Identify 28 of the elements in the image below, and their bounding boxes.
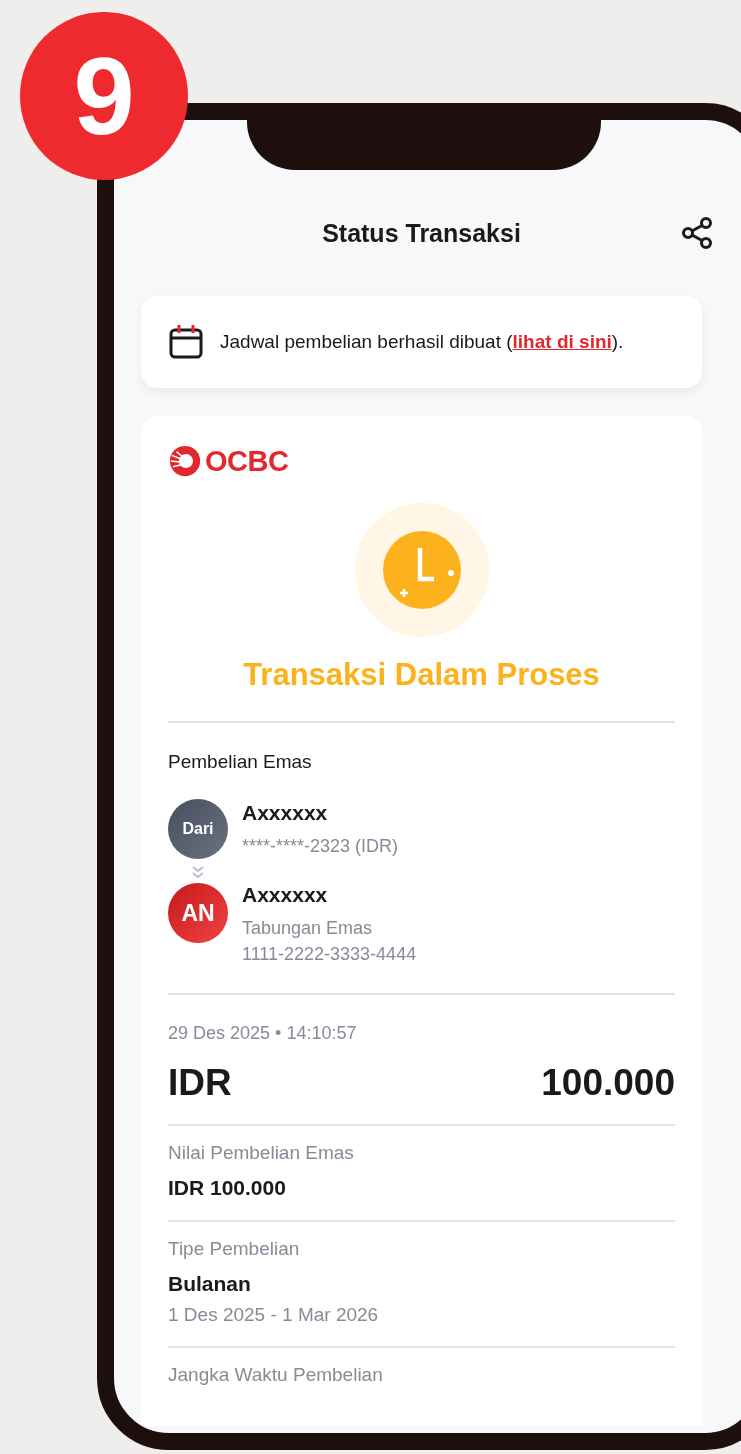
- screen-title: Status Transaksi: [322, 218, 521, 248]
- amount-value: 100.000: [541, 1062, 675, 1104]
- detail-note: 1 Des 2025 - 1 Mar 2026: [168, 1304, 380, 1326]
- timestamp: 29 Des 2025 • 14:10:57: [168, 1023, 358, 1044]
- detail-value: Bulanan: [168, 1272, 252, 1296]
- status-title: Transaksi Dalam Proses: [243, 657, 600, 693]
- step-badge: 9: [20, 12, 188, 180]
- account-detail: Tabungan Emas: [242, 917, 374, 940]
- detail-label: Tipe Pembelian: [168, 1238, 301, 1260]
- avatar: Dari: [168, 799, 228, 859]
- logo-icon: [168, 444, 202, 478]
- detail-label: Nilai Pembelian Emas: [168, 1142, 355, 1164]
- double-chevron-icon: [191, 865, 205, 879]
- account-detail: 1111-2222-3333-4444: [242, 943, 417, 966]
- brand-name: OCBC: [205, 444, 289, 478]
- detail-value: IDR 100.000: [168, 1176, 287, 1200]
- account-name: Axxxxxx: [242, 883, 329, 907]
- section-title: Pembelian Emas: [168, 751, 313, 773]
- detail-label: Jangka Waktu Pembelian: [168, 1364, 384, 1386]
- currency: IDR: [168, 1062, 232, 1104]
- avatar: AN: [168, 883, 228, 943]
- notice-text: Jadwal pembelian berhasil dibuat (lihat di sini).: [220, 331, 624, 353]
- schedule-link[interactable]: lihat di sini: [512, 331, 612, 352]
- account-name: Axxxxxx: [242, 801, 329, 825]
- clock-icon: [354, 503, 489, 637]
- calendar-icon: [168, 324, 204, 360]
- share-icon[interactable]: [680, 216, 714, 250]
- account-detail: ****-****-2323 (IDR): [242, 835, 399, 858]
